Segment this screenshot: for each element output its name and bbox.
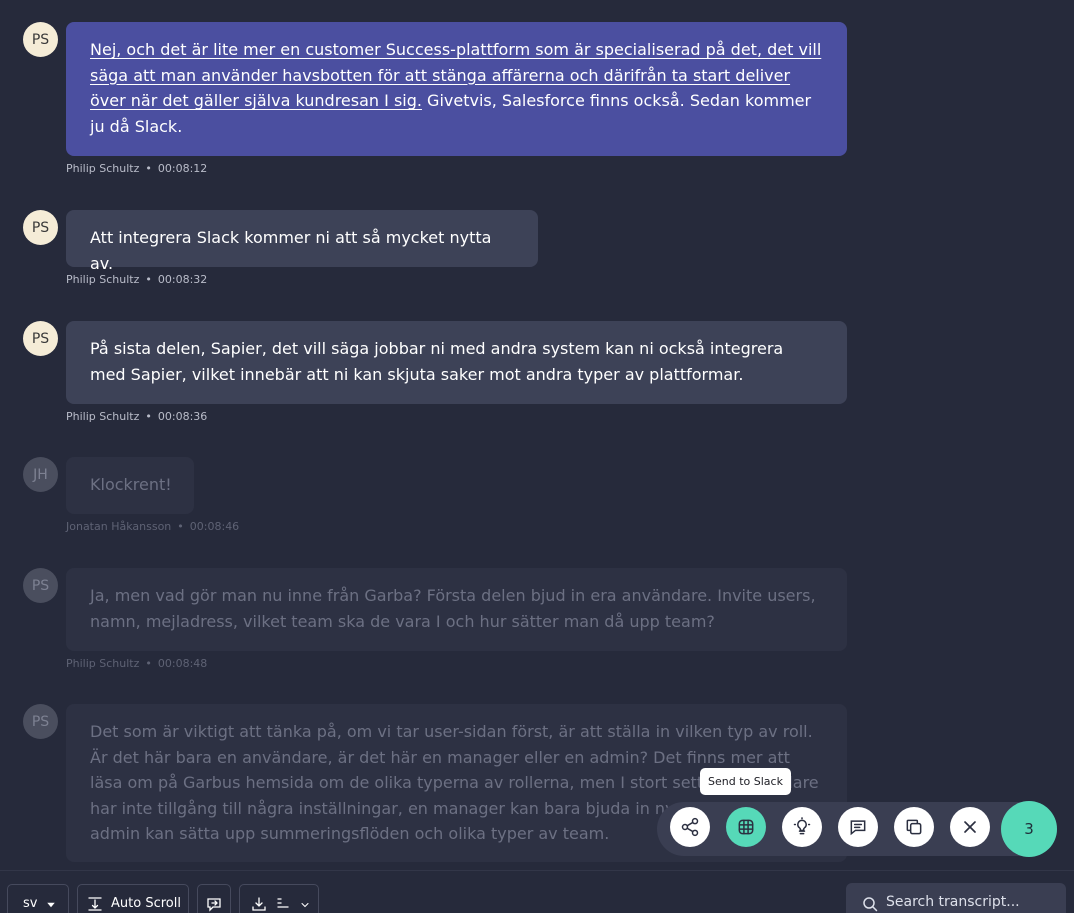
language-value: sv <box>23 896 38 911</box>
avatar: JH <box>23 457 58 492</box>
auto-scroll-button[interactable]: Auto Scroll <box>77 884 189 913</box>
message-text: På sista delen, Sapier, det vill säga jo… <box>90 339 784 384</box>
message-text: Klockrent! <box>90 475 172 494</box>
share-button[interactable] <box>670 807 710 847</box>
avatar: PS <box>23 321 58 356</box>
captions-button[interactable] <box>197 884 231 913</box>
message-meta: Philip Schultz • 00:08:36 <box>66 410 208 423</box>
timestamp[interactable]: 00:08:36 <box>158 410 207 423</box>
timestamp[interactable]: 00:08:32 <box>158 273 207 286</box>
search-transcript-input[interactable]: Search transcript... <box>846 883 1066 913</box>
comment-button[interactable] <box>838 807 878 847</box>
insight-button[interactable] <box>782 807 822 847</box>
timestamp[interactable]: 00:08:46 <box>190 520 239 533</box>
send-to-slack-button[interactable] <box>726 807 766 847</box>
transcript-list: PS Nej, och det är lite mer en customer … <box>0 0 1074 870</box>
message-meta: Philip Schultz • 00:08:12 <box>66 162 208 175</box>
speaker-name: Jonatan Håkansson <box>66 520 172 533</box>
copy-icon <box>906 819 922 835</box>
close-icon <box>964 821 976 833</box>
message-bubble[interactable]: Ja, men vad gör man nu inne från Garba? … <box>66 568 847 651</box>
format-icon <box>277 898 289 908</box>
message-bubble[interactable]: Nej, och det är lite mer en customer Suc… <box>66 22 847 156</box>
message-arrow-icon <box>207 898 221 912</box>
copy-button[interactable] <box>894 807 934 847</box>
slack-icon <box>738 819 754 835</box>
message-text: Att integrera Slack kommer ni att så myc… <box>90 228 492 273</box>
send-to-slack-tooltip: Send to Slack <box>700 768 791 795</box>
comment-icon <box>850 820 866 836</box>
search-placeholder: Search transcript... <box>886 894 1020 910</box>
selected-count-badge[interactable]: 3 <box>1001 801 1057 857</box>
share-icon <box>681 817 699 837</box>
avatar: PS <box>23 568 58 603</box>
message-meta: Philip Schultz • 00:08:48 <box>66 657 208 670</box>
lightbulb-icon <box>793 817 811 835</box>
speaker-name: Philip Schultz <box>66 410 140 423</box>
message-bubble[interactable]: Klockrent! <box>66 457 194 514</box>
search-icon <box>863 897 878 912</box>
download-button[interactable] <box>239 884 319 913</box>
speaker-name: Philip Schultz <box>66 273 140 286</box>
auto-scroll-label: Auto Scroll <box>111 896 181 911</box>
message-meta: Jonatan Håkansson • 00:08:46 <box>66 520 240 533</box>
caret-down-icon <box>47 902 56 908</box>
message-meta: Philip Schultz • 00:08:32 <box>66 273 208 286</box>
avatar: PS <box>23 22 58 57</box>
auto-scroll-icon <box>88 897 102 911</box>
language-select[interactable]: sv <box>7 884 69 913</box>
timestamp[interactable]: 00:08:48 <box>158 657 207 670</box>
chevron-down-icon <box>301 902 309 908</box>
avatar: PS <box>23 210 58 245</box>
download-icon <box>252 897 266 911</box>
message-text: Ja, men vad gör man nu inne från Garba? … <box>90 586 816 631</box>
speaker-name: Philip Schultz <box>66 162 140 175</box>
speaker-name: Philip Schultz <box>66 657 140 670</box>
message-bubble[interactable]: Att integrera Slack kommer ni att så myc… <box>66 210 538 273</box>
message-bubble[interactable]: På sista delen, Sapier, det vill säga jo… <box>66 321 847 404</box>
timestamp[interactable]: 00:08:12 <box>158 162 207 175</box>
close-selection-button[interactable] <box>950 807 990 847</box>
avatar: PS <box>23 704 58 739</box>
